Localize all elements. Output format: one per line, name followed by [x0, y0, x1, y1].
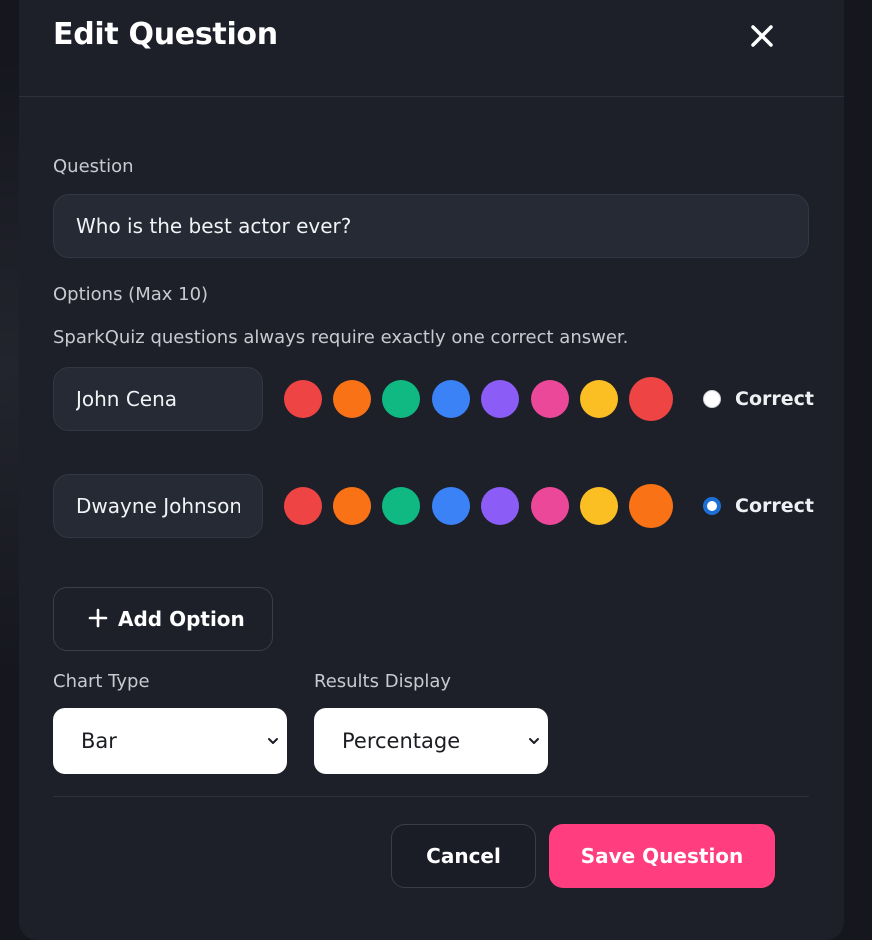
question-label: Question [53, 156, 134, 177]
color-swatch-pink[interactable] [531, 380, 569, 418]
correct-radio-checked[interactable] [703, 497, 721, 515]
correct-label: Correct [735, 495, 814, 517]
correct-label: Correct [735, 388, 814, 410]
options-label: Options (Max 10) [53, 284, 209, 305]
results-display-value: Percentage [342, 729, 461, 753]
color-swatch-purple[interactable] [481, 380, 519, 418]
save-question-button[interactable]: Save Question [549, 824, 775, 888]
chart-type-label: Chart Type [53, 671, 150, 692]
options-hint: SparkQuiz questions always require exact… [53, 327, 629, 348]
selected-color-swatch[interactable] [629, 484, 673, 528]
color-swatch-blue[interactable] [432, 380, 470, 418]
color-swatch-pink[interactable] [531, 487, 569, 525]
color-swatch-green[interactable] [382, 380, 420, 418]
chevron-down-icon [529, 738, 539, 744]
option-row: Correct [53, 474, 814, 538]
correct-radio[interactable] [703, 390, 721, 408]
option-text-input[interactable] [53, 474, 263, 538]
selected-color-swatch[interactable] [629, 377, 673, 421]
cancel-button[interactable]: Cancel [391, 824, 536, 888]
chart-type-value: Bar [81, 729, 117, 753]
modal-header: Edit Question [19, 0, 844, 97]
color-swatch-yellow[interactable] [580, 487, 618, 525]
add-option-label: Add Option [118, 607, 245, 631]
option-text-input[interactable] [53, 367, 263, 431]
color-swatch-blue[interactable] [432, 487, 470, 525]
add-option-button[interactable]: Add Option [53, 587, 273, 651]
color-swatch-orange[interactable] [333, 380, 371, 418]
correct-radio-option[interactable]: Correct [701, 474, 814, 538]
color-swatch-orange[interactable] [333, 487, 371, 525]
results-display-select[interactable]: Percentage [314, 708, 548, 774]
footer-divider [53, 796, 809, 797]
modal-title: Edit Question [53, 17, 278, 52]
color-swatch-green[interactable] [382, 487, 420, 525]
edit-question-modal: Edit Question Question Options (Max 10) … [19, 0, 844, 940]
color-swatch-red[interactable] [284, 487, 322, 525]
question-input[interactable] [53, 194, 809, 258]
chevron-down-icon [268, 738, 278, 744]
chart-type-select[interactable]: Bar [53, 708, 287, 774]
option-row: Correct [53, 367, 814, 431]
color-swatch-purple[interactable] [481, 487, 519, 525]
results-display-label: Results Display [314, 671, 452, 692]
color-swatch-yellow[interactable] [580, 380, 618, 418]
correct-radio-option[interactable]: Correct [701, 367, 814, 431]
close-icon [751, 25, 773, 47]
close-button[interactable] [745, 19, 779, 53]
plus-icon [88, 608, 108, 628]
color-swatch-red[interactable] [284, 380, 322, 418]
